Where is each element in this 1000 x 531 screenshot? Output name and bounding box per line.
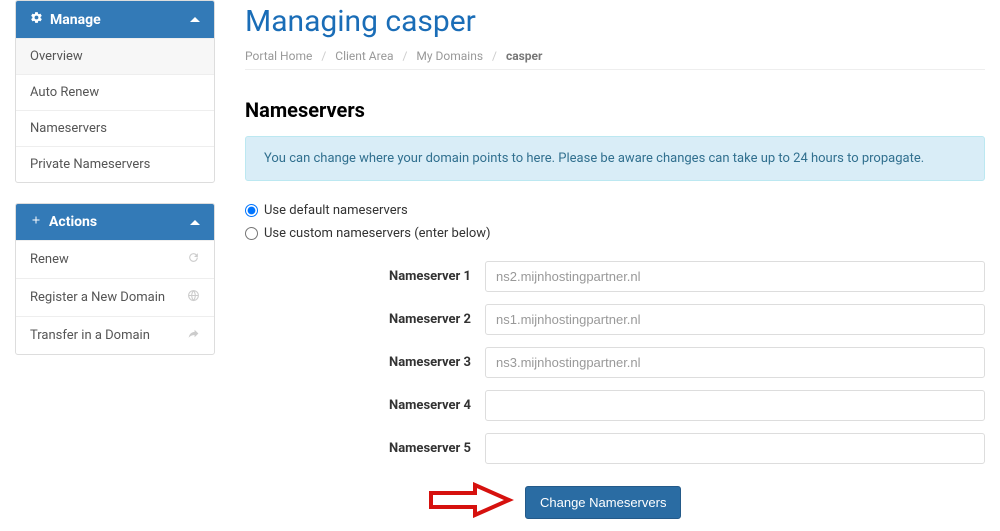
ns5-label: Nameserver 5 xyxy=(245,441,485,456)
form-row-ns5: Nameserver 5 xyxy=(245,433,985,464)
share-icon xyxy=(187,327,200,344)
gear-icon xyxy=(30,11,43,28)
manage-panel: Manage Overview Auto Renew Nameservers P… xyxy=(15,0,215,183)
ns4-label: Nameserver 4 xyxy=(245,398,485,413)
sidebar-item-private-nameservers[interactable]: Private Nameservers xyxy=(16,146,214,182)
radio-default-label: Use default nameservers xyxy=(264,203,408,218)
form-row-ns4: Nameserver 4 xyxy=(245,390,985,421)
page-title: Managing casper xyxy=(245,4,985,39)
plus-icon xyxy=(30,214,42,230)
breadcrumb-home[interactable]: Portal Home xyxy=(245,49,312,63)
breadcrumb-client[interactable]: Client Area xyxy=(335,49,393,63)
chevron-up-icon xyxy=(190,17,200,22)
submit-row: Change Nameservers xyxy=(245,482,985,522)
form-row-ns3: Nameserver 3 xyxy=(245,347,985,378)
sidebar-item-label: Auto Renew xyxy=(30,85,99,100)
ns4-input[interactable] xyxy=(485,390,985,421)
form-row-ns2: Nameserver 2 xyxy=(245,304,985,335)
breadcrumb-separator: / xyxy=(321,49,326,63)
change-nameservers-button[interactable]: Change Nameservers xyxy=(525,486,681,519)
section-title: Nameservers xyxy=(245,98,985,122)
ns1-input[interactable] xyxy=(485,261,985,292)
radio-default-input[interactable] xyxy=(245,204,258,217)
sidebar-item-overview[interactable]: Overview xyxy=(16,38,214,74)
sidebar-item-label: Overview xyxy=(30,49,83,64)
actions-panel: Actions Renew Register a New Domain xyxy=(15,203,215,355)
ns1-label: Nameserver 1 xyxy=(245,269,485,284)
breadcrumb: Portal Home / Client Area / My Domains /… xyxy=(245,45,985,70)
arrow-annotation-icon xyxy=(425,482,515,522)
sidebar-item-nameservers[interactable]: Nameservers xyxy=(16,110,214,146)
ns3-label: Nameserver 3 xyxy=(245,355,485,370)
ns3-input[interactable] xyxy=(485,347,985,378)
ns2-input[interactable] xyxy=(485,304,985,335)
sidebar-item-register-domain[interactable]: Register a New Domain xyxy=(16,278,214,316)
refresh-icon xyxy=(187,251,200,268)
manage-list: Overview Auto Renew Nameservers Private … xyxy=(16,38,214,182)
ns5-input[interactable] xyxy=(485,433,985,464)
sidebar-item-label: Private Nameservers xyxy=(30,157,150,172)
actions-panel-title: Actions xyxy=(49,214,97,230)
radio-custom-nameservers[interactable]: Use custom nameservers (enter below) xyxy=(245,226,985,241)
actions-list: Renew Register a New Domain Transfer in … xyxy=(16,240,214,354)
sidebar-item-label: Register a New Domain xyxy=(30,290,165,305)
breadcrumb-domains[interactable]: My Domains xyxy=(416,49,483,63)
manage-panel-title: Manage xyxy=(50,12,101,28)
breadcrumb-current: casper xyxy=(506,49,542,63)
actions-panel-header[interactable]: Actions xyxy=(16,204,214,240)
info-alert: You can change where your domain points … xyxy=(245,136,985,181)
sidebar-item-label: Nameservers xyxy=(30,121,107,136)
sidebar-item-renew[interactable]: Renew xyxy=(16,240,214,278)
sidebar-item-label: Renew xyxy=(30,252,69,267)
sidebar-item-transfer-domain[interactable]: Transfer in a Domain xyxy=(16,316,214,354)
globe-icon xyxy=(187,289,200,306)
manage-panel-header[interactable]: Manage xyxy=(16,1,214,38)
radio-default-nameservers[interactable]: Use default nameservers xyxy=(245,203,985,218)
radio-custom-input[interactable] xyxy=(245,227,258,240)
radio-custom-label: Use custom nameservers (enter below) xyxy=(264,226,491,241)
breadcrumb-separator: / xyxy=(402,49,407,63)
chevron-up-icon xyxy=(190,220,200,225)
breadcrumb-separator: / xyxy=(492,49,497,63)
ns2-label: Nameserver 2 xyxy=(245,312,485,327)
sidebar-item-auto-renew[interactable]: Auto Renew xyxy=(16,74,214,110)
form-row-ns1: Nameserver 1 xyxy=(245,261,985,292)
sidebar-item-label: Transfer in a Domain xyxy=(30,328,150,343)
nameserver-radio-group: Use default nameservers Use custom names… xyxy=(245,203,985,241)
